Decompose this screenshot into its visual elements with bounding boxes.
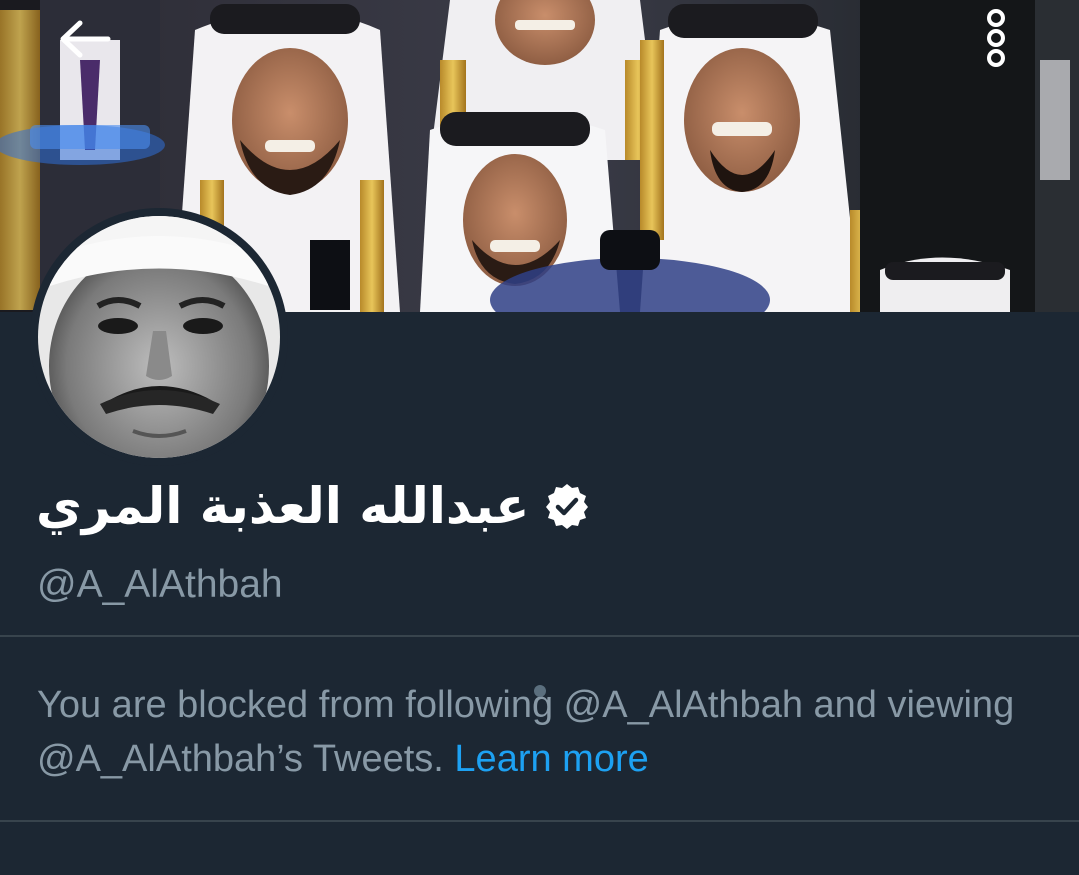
more-options-button[interactable] bbox=[976, 2, 1016, 74]
divider bbox=[0, 820, 1079, 822]
profile-handle: @A_AlAthbah bbox=[37, 563, 283, 606]
arrow-left-icon bbox=[60, 20, 111, 58]
profile-screen: عبدالله العذبة المري @A_AlAthbah You are… bbox=[0, 0, 1079, 875]
learn-more-link[interactable]: Learn more bbox=[454, 738, 648, 780]
profile-display-name: عبدالله العذبة المري bbox=[36, 477, 530, 535]
avatar-photo bbox=[38, 216, 280, 458]
divider bbox=[0, 635, 1079, 637]
avatar[interactable] bbox=[30, 208, 288, 466]
back-button[interactable] bbox=[54, 10, 116, 68]
verified-badge-icon bbox=[543, 482, 591, 530]
vertical-dots-icon bbox=[987, 9, 1005, 67]
profile-name-row: عبدالله العذبة المري bbox=[36, 470, 591, 542]
touch-indicator bbox=[534, 685, 546, 697]
